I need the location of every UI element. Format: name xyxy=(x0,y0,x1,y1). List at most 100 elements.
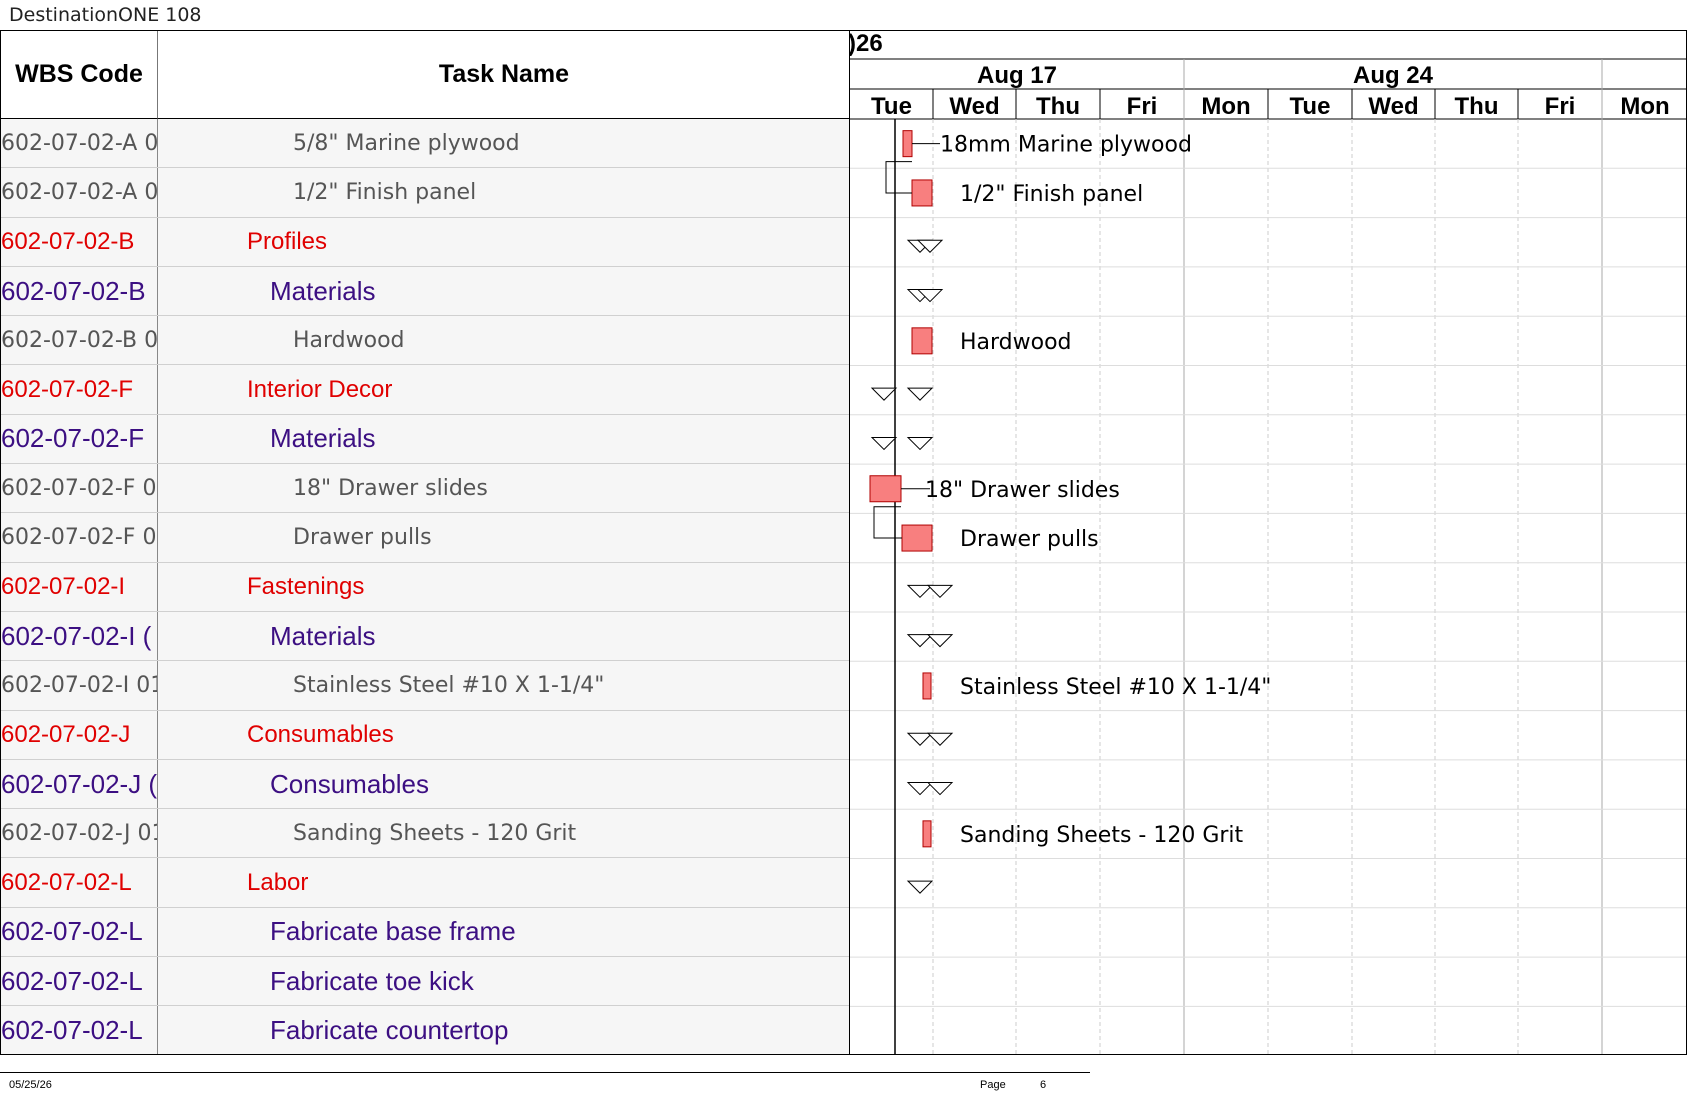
table-row[interactable]: 602-07-02-L Fabricate base frame xyxy=(1,907,849,958)
day-label: Wed xyxy=(949,93,999,120)
wbs-code-cell[interactable]: 602-07-02-A 0 xyxy=(1,168,158,217)
task-name-cell[interactable]: Fabricate countertop xyxy=(158,1006,849,1054)
wbs-code-cell[interactable]: 602-07-02-L xyxy=(1,907,158,957)
day-label: Tue xyxy=(1290,93,1331,120)
day-label: Thu xyxy=(1455,93,1499,120)
day-label: Fri xyxy=(1127,93,1158,120)
bar-label: Sanding Sheets - 120 Grit xyxy=(960,823,1244,848)
bar-label: 18" Drawer slides xyxy=(925,478,1120,503)
task-name-cell[interactable]: Fabricate toe kick xyxy=(158,957,849,1005)
summary-marker xyxy=(926,584,954,599)
summary-marker xyxy=(906,732,934,746)
day-label: Tue xyxy=(871,93,912,120)
table-row[interactable]: 602-07-02-J Consumables xyxy=(1,710,849,760)
table-row[interactable]: 602-07-02-A 0 5/8" Marine plywood xyxy=(1,119,849,169)
wbs-code-cell[interactable]: 602-07-02-L xyxy=(1,1006,158,1054)
wbs-code-cell[interactable]: 602-07-02-F 0 xyxy=(1,513,158,562)
bar-label: 1/2" Finish panel xyxy=(960,182,1143,207)
wbs-code-cell[interactable]: 602-07-02-L xyxy=(1,858,158,907)
table-row[interactable]: 602-07-02-F Interior Decor xyxy=(1,365,849,415)
table-row[interactable]: 602-07-02-B Profiles xyxy=(1,217,849,267)
wbs-code-cell[interactable]: 602-07-02-F 0 xyxy=(1,464,158,513)
wbs-code-cell[interactable]: 602-07-02-B xyxy=(1,217,158,266)
table-row[interactable]: 602-07-02-F Materials xyxy=(1,414,849,465)
wbs-code-cell[interactable]: 602-07-02-J xyxy=(1,710,158,759)
table-row[interactable]: 602-07-02-A 0 1/2" Finish panel xyxy=(1,168,849,218)
task-name-cell[interactable]: Profiles xyxy=(158,218,849,266)
task-name-cell[interactable]: Consumables xyxy=(158,760,849,808)
wbs-code-cell[interactable]: 602-07-02-J 01 xyxy=(1,809,158,858)
wbs-code-cell[interactable]: 602-07-02-F xyxy=(1,365,158,414)
summary-marker xyxy=(906,387,934,401)
wbs-code-cell[interactable]: 602-07-02-I 01 xyxy=(1,661,158,710)
wbs-code-cell[interactable]: 602-07-02-L xyxy=(1,957,158,1006)
task-name-cell[interactable]: 1/2" Finish panel xyxy=(158,168,849,216)
footer-date: 05/25/26 xyxy=(9,1079,52,1091)
table-row[interactable]: 602-07-02-I (Materials xyxy=(1,611,849,662)
footer-page-number: 6 xyxy=(1040,1079,1047,1091)
task-name-cell[interactable]: Consumables xyxy=(158,711,849,759)
task-bar xyxy=(869,475,902,503)
table-row[interactable]: 602-07-02-F 0 18" Drawer slides xyxy=(1,464,849,514)
summary-marker xyxy=(926,634,954,648)
task-bar xyxy=(902,130,913,158)
week-label: Aug 17 xyxy=(977,62,1057,89)
task-table: WBS Code Task Name 602-07-02-A 0 5/8" Mar… xyxy=(0,30,849,1055)
bar-label: 18mm Marine plywood xyxy=(940,133,1192,158)
task-name-cell[interactable]: Drawer pulls xyxy=(158,513,849,561)
task-bar xyxy=(911,179,933,207)
footer-divider xyxy=(0,1072,1090,1073)
bar-label: Drawer pulls xyxy=(960,527,1099,552)
table-row[interactable]: 602-07-02-I 01 Stainless Steel #10 X 1-1/… xyxy=(1,661,849,711)
wbs-code-cell[interactable]: 602-07-02-A 0 xyxy=(1,119,158,168)
wbs-code-cell[interactable]: 602-07-02-B 0 xyxy=(1,316,158,365)
table-row[interactable]: 602-07-02-L Fabricate toe kick xyxy=(1,957,849,1007)
table-row[interactable]: 602-07-02-B Materials xyxy=(1,266,849,317)
bar-label: Hardwood xyxy=(960,330,1072,355)
week-label: Aug 24 xyxy=(1353,62,1434,89)
task-name-cell[interactable]: Materials xyxy=(158,612,849,660)
task-name-cell[interactable]: 18" Drawer slides xyxy=(158,464,849,512)
task-name-cell[interactable]: Sanding Sheets - 120 Grit xyxy=(158,809,849,857)
task-name-cell[interactable]: Hardwood xyxy=(158,316,849,364)
table-row[interactable]: 602-07-02-F 0 Drawer pulls xyxy=(1,513,849,563)
column-header-wbs[interactable]: WBS Code xyxy=(1,31,158,119)
wbs-code-cell[interactable]: 602-07-02-I xyxy=(1,562,158,611)
wbs-code-cell[interactable]: 602-07-02-F xyxy=(1,414,158,464)
summary-marker xyxy=(870,436,898,451)
table-row[interactable]: 602-07-02-B 0 Hardwood xyxy=(1,316,849,366)
wbs-code-cell[interactable]: 602-07-02-B xyxy=(1,266,158,316)
table-row[interactable]: 602-07-02-L Fabricate countertop xyxy=(1,1006,849,1054)
task-bar xyxy=(901,524,933,552)
table-row[interactable]: 602-07-02-I Fastenings xyxy=(1,562,849,612)
task-name-cell[interactable]: Materials xyxy=(158,415,849,463)
summary-marker xyxy=(906,436,934,451)
day-label: Fri xyxy=(1545,93,1576,120)
summary-marker xyxy=(906,634,934,648)
summary-marker xyxy=(906,880,934,894)
summary-marker xyxy=(870,387,898,401)
summary-marker xyxy=(926,782,954,796)
task-name-cell[interactable]: 5/8" Marine plywood xyxy=(158,119,849,167)
task-name-cell[interactable]: Fastenings xyxy=(158,563,849,611)
task-bar xyxy=(911,327,933,355)
task-bar xyxy=(922,672,932,700)
day-label: Mon xyxy=(1201,93,1250,120)
task-name-cell[interactable]: Interior Decor xyxy=(158,365,849,413)
wbs-code-cell[interactable]: 602-07-02-J ( xyxy=(1,759,158,809)
gantt-chart: )26 Aug 17 Aug 24 Tue Wed Thu Fri Mon Tue Wed Thu F… xyxy=(849,30,1687,1055)
table-row[interactable]: 602-07-02-L Labor xyxy=(1,858,849,908)
task-bar xyxy=(922,820,932,848)
task-name-cell[interactable]: Labor xyxy=(158,858,849,906)
table-row[interactable]: 602-07-02-J (Consumables xyxy=(1,759,849,810)
task-name-cell[interactable]: Stainless Steel #10 X 1-1/4" xyxy=(158,661,849,709)
task-rows: 602-07-02-A 0 5/8" Marine plywood 602-07-0… xyxy=(1,119,849,1054)
wbs-code-cell[interactable]: 602-07-02-I ( xyxy=(1,611,158,661)
column-header-task-name[interactable]: Task Name xyxy=(158,31,849,119)
bar-label: Stainless Steel #10 X 1-1/4" xyxy=(960,675,1271,700)
table-row[interactable]: 602-07-02-J 01 Sanding Sheets - 120 Grit xyxy=(1,809,849,859)
task-name-cell[interactable]: Materials xyxy=(158,267,849,315)
day-label: Thu xyxy=(1036,93,1080,120)
footer-page-label: Page xyxy=(980,1079,1006,1091)
task-name-cell[interactable]: Fabricate base frame xyxy=(158,908,849,956)
